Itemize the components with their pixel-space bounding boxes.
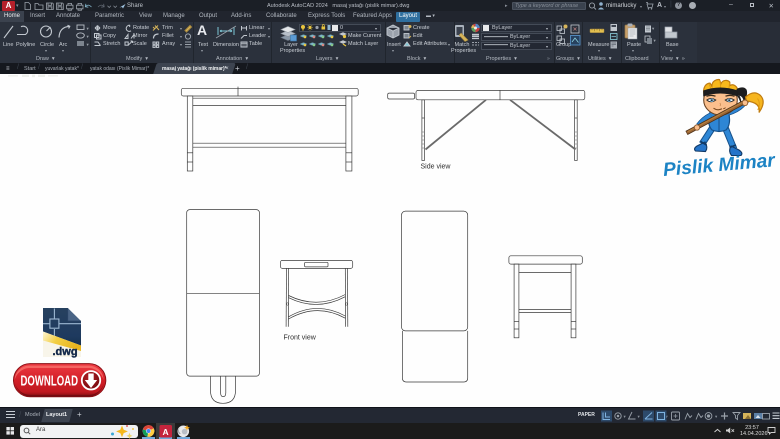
- svg-text:.dwg: .dwg: [53, 346, 78, 358]
- svg-text:▾: ▾: [652, 26, 655, 31]
- svg-text:DOWNLOAD: DOWNLOAD: [21, 374, 79, 390]
- svg-text:Front view: Front view: [284, 335, 317, 342]
- svg-text:Pislik Mimar: Pislik Mimar: [662, 150, 777, 181]
- svg-text:▾: ▾: [87, 26, 90, 31]
- svg-text:▾: ▾: [715, 414, 718, 419]
- svg-text:Side view: Side view: [421, 164, 452, 171]
- svg-text:▾: ▾: [87, 34, 90, 39]
- svg-text:▾: ▾: [638, 414, 641, 419]
- svg-text:▾: ▾: [87, 42, 90, 47]
- svg-text:▾: ▾: [654, 38, 657, 43]
- svg-text:A: A: [163, 427, 169, 437]
- svg-text:▾: ▾: [624, 414, 627, 419]
